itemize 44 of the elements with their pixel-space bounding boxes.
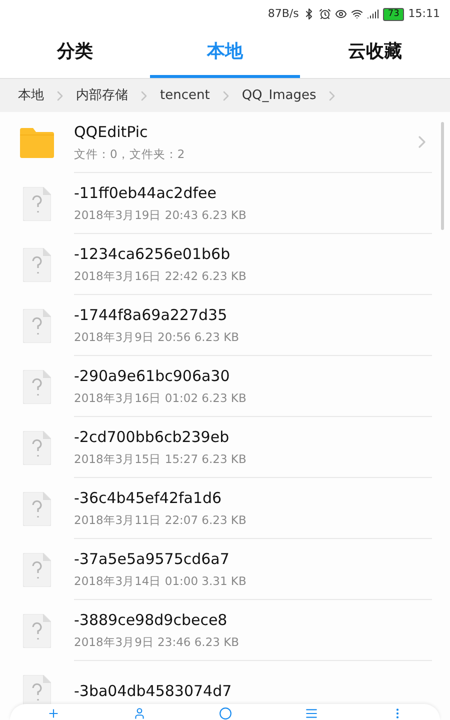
item-name[interactable]: -290a9e61bc906a30 [74, 364, 432, 388]
item-details: 2018年3月15日 15:27 6.23 KB [74, 451, 248, 468]
item-details: 2018年3月16日 22:42 6.23 KB [74, 268, 248, 286]
circle-icon[interactable] [218, 707, 232, 720]
list-icon[interactable] [304, 707, 318, 720]
item-name[interactable]: -1234ca6256e01b6b [74, 242, 432, 266]
battery-indicator: 73 [382, 8, 404, 20]
item-details: 2018年3月9日 23:46 6.23 KB [74, 634, 240, 652]
item-name[interactable]: -3ba04db4583074d7 [74, 680, 432, 702]
item-name[interactable]: -2cd700bb6cb239eb [74, 426, 432, 448]
breadcrumb-item[interactable]: 内部存储 [76, 86, 128, 106]
item-details: 2018年3月11日 22:07 6.23 KB [74, 512, 248, 530]
unknown-file-icon [23, 248, 51, 282]
scrollbar[interactable] [441, 122, 444, 230]
alarm-icon [318, 8, 331, 20]
item-details: 2018年3月9日 20:56 6.23 KB [74, 329, 240, 346]
item-name[interactable]: -37a5e5a9575cd6a7 [74, 548, 432, 570]
breadcrumb-item[interactable]: QQ_Images [242, 86, 316, 106]
item-name[interactable]: QQEditPic [74, 120, 412, 144]
person-icon[interactable] [132, 707, 146, 720]
unknown-file-icon [23, 492, 51, 526]
folder-icon [20, 128, 54, 158]
unknown-file-icon [23, 552, 51, 586]
eye-icon [334, 8, 347, 20]
tab[interactable]: 云收藏 [300, 28, 450, 78]
unknown-file-icon [23, 370, 51, 404]
clock: 15:11 [408, 6, 440, 22]
item-details: 2018年3月14日 01:00 3.31 KB [74, 573, 248, 590]
unknown-file-icon [23, 430, 51, 464]
item-name[interactable]: -11ff0eb44ac2dfee [74, 182, 432, 204]
item-details: 文件：0，文件夹：2 [74, 146, 186, 164]
tab[interactable]: 分类 [0, 28, 150, 78]
breadcrumb-item[interactable]: 本地 [18, 86, 44, 106]
unknown-file-icon [23, 308, 51, 342]
item-name[interactable]: -36c4b45ef42fa1d6 [74, 486, 432, 510]
item-name[interactable]: -1744f8a69a227d35 [74, 304, 432, 326]
unknown-file-icon [23, 614, 51, 648]
unknown-file-icon [23, 186, 51, 220]
plus-icon[interactable] [46, 707, 60, 720]
item-details: 2018年3月19日 20:43 6.23 KB [74, 207, 248, 224]
breadcrumb-item[interactable]: tencent [160, 86, 210, 106]
item-details: 2018年3月16日 01:02 6.23 KB [74, 390, 248, 408]
network-speed: 87B/s [268, 6, 299, 22]
item-name[interactable]: -3889ce98d9cbece8 [74, 608, 432, 632]
